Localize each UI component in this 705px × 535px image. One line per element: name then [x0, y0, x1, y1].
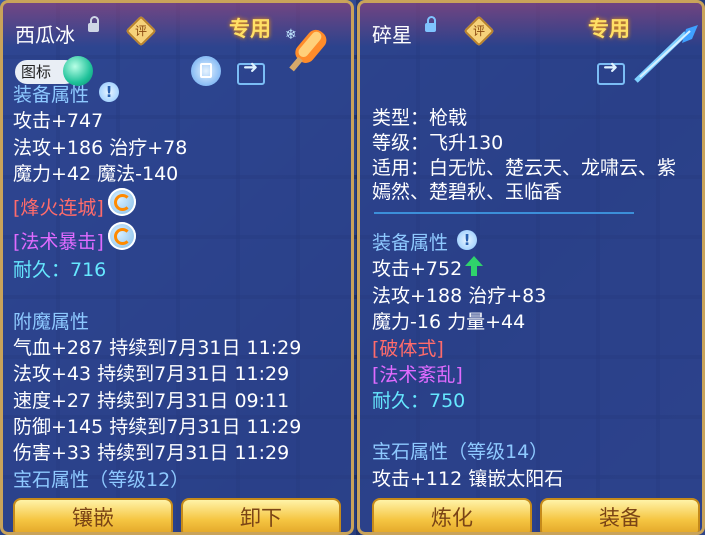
skill-label: [法术暴击] — [13, 231, 104, 253]
divider — [374, 212, 634, 214]
skill-label: [破体式] — [372, 338, 444, 360]
unequip-button[interactable]: 卸下 — [181, 498, 341, 532]
level-line: 等级：飞升130 — [372, 132, 504, 154]
enchant-line: 伤害+33 持续到7月31日 11:29 — [13, 442, 290, 464]
attr-line: 攻击+747 — [13, 110, 104, 132]
locked-padlock-icon[interactable] — [425, 16, 436, 32]
suit-line: 嫣然、楚碧秋、玉临香 — [372, 181, 563, 203]
rate-badge[interactable]: 评 — [125, 15, 157, 47]
attr-line: 攻击+752 — [372, 258, 463, 280]
share-icon[interactable] — [237, 57, 265, 85]
share-icon[interactable] — [597, 57, 625, 85]
info-icon[interactable]: ! — [457, 230, 477, 250]
durability: 耐久：716 — [13, 259, 107, 281]
attr-line: 法攻+188 治疗+83 — [372, 285, 547, 307]
exclusive-label: 专用 — [588, 17, 630, 41]
refine-button[interactable]: 炼化 — [372, 498, 532, 532]
enchant-line: 法攻+43 持续到7月31日 11:29 — [13, 363, 290, 385]
skill-ring-icon[interactable] — [108, 222, 136, 250]
attr-line: 法攻+186 治疗+78 — [13, 137, 188, 159]
gem-title: 宝石属性（等级12） — [13, 469, 190, 491]
skill-ring-icon[interactable] — [108, 188, 136, 216]
skill-label: [法术紊乱] — [372, 364, 463, 386]
durability: 耐久：750 — [372, 390, 466, 412]
gem-title: 宝石属性（等级14） — [372, 441, 549, 463]
equip-attr-title: 装备属性 — [372, 232, 449, 254]
enchant-line: 气血+287 持续到7月31日 11:29 — [13, 337, 302, 359]
enchant-line: 防御+145 持续到7月31日 11:29 — [13, 416, 302, 438]
info-icon[interactable]: ! — [99, 82, 119, 102]
compare-item-panel: 碎星 评 专用 类型：枪戟 等级：飞升130 适用：白无忧、楚云天、龙啸云、紫 … — [357, 0, 705, 535]
document-icon[interactable] — [191, 56, 221, 86]
inlay-button[interactable]: 镶嵌 — [13, 498, 173, 532]
attr-line: 魔力+42 魔法-140 — [13, 163, 179, 185]
exclusive-label: 专用 — [229, 17, 271, 41]
skill-label: [烽火连城] — [13, 197, 104, 219]
rate-badge[interactable]: 评 — [463, 15, 495, 47]
enchant-title: 附魔属性 — [13, 311, 90, 333]
suit-line: 适用：白无忧、楚云天、龙啸云、紫 — [372, 157, 677, 179]
equip-attr-title: 装备属性 — [13, 84, 90, 106]
equip-button[interactable]: 装备 — [540, 498, 700, 532]
spear-weapon-icon — [634, 25, 698, 83]
item-name: 西瓜冰 — [15, 23, 75, 47]
enchant-line: 速度+27 持续到7月31日 09:11 — [13, 390, 290, 412]
type-line: 类型：枪戟 — [372, 107, 468, 129]
unlocked-padlock-icon[interactable] — [88, 16, 99, 32]
gem-line: 攻击+112 镶嵌太阳石 — [372, 468, 564, 490]
attr-line: 魔力-16 力量+44 — [372, 311, 526, 333]
ice-pop-weapon-icon: ❄ — [285, 27, 327, 72]
svg-text:❄: ❄ — [285, 27, 297, 43]
item-name: 碎星 — [372, 23, 412, 47]
green-up-arrow-icon — [465, 256, 483, 276]
equipped-item-panel: 西瓜冰 评 专用 ❄ 图标 装备属性 ! 攻击+747 法攻+186 治疗+78… — [0, 0, 354, 535]
